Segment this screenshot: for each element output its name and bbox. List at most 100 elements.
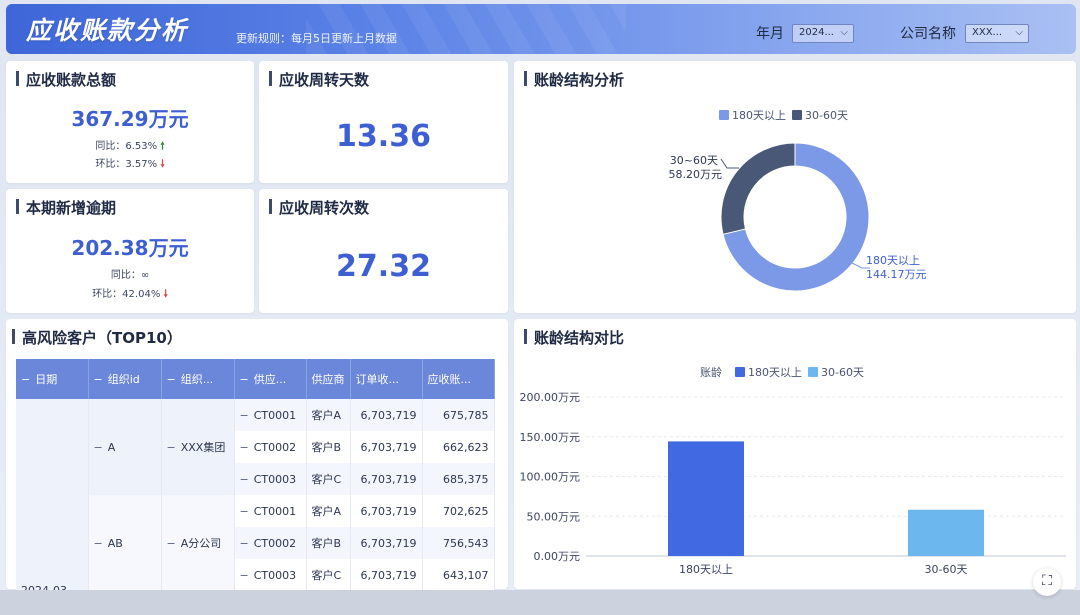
cell-ar: 756,543 xyxy=(422,527,495,559)
kpi-card-total: 应收账款总额 367.29万元 同比：6.53% 🠕 环比：3.57% 🠗 xyxy=(6,61,254,183)
high-risk-title: 高风险客户（TOP10） xyxy=(12,327,182,348)
cell-order: 6,703,719 xyxy=(350,559,423,591)
col-header-date[interactable]: − 日期 xyxy=(16,359,89,399)
cell-code: − CT0003 xyxy=(234,463,307,495)
app-title: 应收账款分析 xyxy=(26,16,189,45)
kpi-value-total: 367.29万元 xyxy=(71,107,189,131)
kpi-value-turnover-times: 27.32 xyxy=(336,249,431,284)
high-risk-table-wrap[interactable]: − 日期 − 组织id − 组织... − 供应... 供应商 订单收... 应收账..… xyxy=(16,359,503,591)
cell-code: − CT0002 xyxy=(234,527,307,559)
collapse-icon[interactable]: − xyxy=(94,373,103,386)
kpi-card-turnover-days: 应收周转天数 13.36 xyxy=(259,61,508,183)
aging-compare-card: 账龄结构对比 账龄 180天以上 30-60天 0.00万元 50.00万元 100… xyxy=(514,319,1076,589)
donut-chart: 30~60天 58.20万元 180天以上 144.17万元 xyxy=(669,142,927,292)
kpi-value-turnover-days: 13.36 xyxy=(336,119,431,154)
donut-label-over180-value: 144.17万元 xyxy=(866,268,927,281)
collapse-icon[interactable]: − xyxy=(240,373,249,386)
cell-ar: 702,625 xyxy=(422,495,495,527)
kpi-title-new-overdue: 本期新增逾期 xyxy=(16,197,116,218)
cell-ar: 643,107 xyxy=(422,559,495,591)
update-rule-text: 更新规则：每月5日更新上月数据 xyxy=(236,32,397,45)
y-tick-label: 0.00万元 xyxy=(534,550,581,563)
collapse-icon[interactable]: − xyxy=(240,505,249,518)
y-tick-label: 50.00万元 xyxy=(527,510,581,523)
cell-ar: 662,623 xyxy=(422,431,495,463)
cell-code: − CT0001 xyxy=(234,399,307,431)
col-header-supplier[interactable]: 供应商 xyxy=(306,359,351,399)
col-header-label: 组织... xyxy=(180,373,214,386)
chevron-down-icon: ⌵ xyxy=(1015,27,1023,38)
col-header-org-name[interactable]: − 组织... xyxy=(161,359,235,399)
cell-code: − CT0001 xyxy=(234,495,307,527)
filter-label-month: 年月 xyxy=(756,26,784,42)
kpi-card-turnover-times: 应收周转次数 27.32 xyxy=(259,189,508,313)
y-tick-label: 200.00万元 xyxy=(520,391,581,404)
kpi-title-turnover-times: 应收周转次数 xyxy=(269,197,369,218)
kpi-card-new-overdue: 本期新增逾期 202.38万元 同比：∞ 环比：42.04% 🠗 xyxy=(6,189,254,313)
cell-order: 6,703,719 xyxy=(350,431,423,463)
collapse-icon[interactable]: − xyxy=(240,473,249,486)
col-header-org-id[interactable]: − 组织id xyxy=(88,359,162,399)
col-header-ar[interactable]: 应收账... xyxy=(422,359,495,399)
high-risk-card: 高风险客户（TOP10） − 日期 − 组织id − 组织... − 供应... 供应商… xyxy=(6,319,508,591)
donut-label-over180-name: 180天以上 xyxy=(866,254,920,267)
kpi-title-total: 应收账款总额 xyxy=(16,69,116,90)
cell-code-value: CT0001 xyxy=(253,408,297,422)
collapse-icon[interactable]: − xyxy=(94,537,103,550)
collapse-icon[interactable]: − xyxy=(167,373,176,386)
cell-date: 2024-03 xyxy=(16,399,89,591)
arrow-down-icon: 🠗 xyxy=(160,159,165,170)
table-row: 2024-03 − A − XXX集团 − CT0001 客户A 6,703,719 … xyxy=(16,399,495,591)
chevron-down-icon: ⌵ xyxy=(840,27,848,38)
cell-order: 6,703,719 xyxy=(350,527,423,559)
collapse-icon[interactable]: − xyxy=(167,537,176,550)
company-select[interactable]: XXX... ⌵ xyxy=(965,24,1029,43)
col-header-label: 供应... xyxy=(253,373,287,386)
mom-text: 环比：42.04% xyxy=(92,289,161,300)
collapse-icon[interactable]: − xyxy=(240,441,249,454)
cell-org-name: − XXX集团 xyxy=(161,399,235,495)
cell-ar: 685,375 xyxy=(422,463,495,495)
col-header-order[interactable]: 订单收... xyxy=(350,359,423,399)
col-header-label: 供应商 xyxy=(311,373,345,386)
collapse-icon[interactable]: − xyxy=(167,441,176,454)
collapse-icon[interactable]: − xyxy=(240,409,249,422)
cell-supplier: 客户C xyxy=(306,559,351,591)
leader-line-30-60 xyxy=(720,158,739,169)
col-header-supplier-code[interactable]: − 供应... xyxy=(234,359,307,399)
expand-icon: ⛶ xyxy=(1042,573,1052,589)
arrow-down-icon: 🠗 xyxy=(163,289,168,300)
cell-supplier: 客户C xyxy=(306,463,351,495)
fullscreen-toggle-button[interactable]: ⛶ xyxy=(1033,568,1061,596)
donut-slice-30-60[interactable] xyxy=(720,142,796,235)
cell-supplier: 客户A xyxy=(306,495,351,527)
x-tick-label: 180天以上 xyxy=(679,563,733,576)
month-select[interactable]: 2024... ⌵ xyxy=(792,24,854,43)
kpi-mom-total: 环比：3.57% 🠗 xyxy=(6,155,254,174)
filter-label-company: 公司名称 xyxy=(900,26,956,42)
kpi-title-turnover-days: 应收周转天数 xyxy=(269,69,369,90)
col-header-label: 组织id xyxy=(107,373,140,386)
collapse-icon[interactable]: − xyxy=(94,441,103,454)
month-select-value: 2024... xyxy=(799,27,834,38)
collapse-icon[interactable]: − xyxy=(21,373,30,386)
cell-code-value: CT0003 xyxy=(253,472,297,486)
yoy-text: 同比：6.53% xyxy=(95,141,158,152)
bar-30-60[interactable] xyxy=(908,509,984,556)
collapse-icon[interactable]: − xyxy=(240,569,249,582)
y-tick-label: 100.00万元 xyxy=(520,471,581,484)
col-header-label: 应收账... xyxy=(427,373,472,386)
kpi-mom-new-overdue: 环比：42.04% 🠗 xyxy=(6,285,254,304)
cell-code-value: CT0003 xyxy=(253,568,297,582)
cell-org-name: − A分公司 xyxy=(161,495,235,591)
donut-label-30-60-value: 58.20万元 xyxy=(669,168,723,181)
aging-structure-card: 账龄结构分析 180天以上 30-60天 30~60天 58.20万元 180天… xyxy=(514,61,1076,313)
cell-order: 6,703,719 xyxy=(350,463,423,495)
bar-over180[interactable] xyxy=(668,441,744,556)
x-tick-label: 30-60天 xyxy=(925,563,968,576)
table-row: − AB − A分公司 − CT0001 客户A 6,703,719 702,625 xyxy=(16,495,495,591)
collapse-icon[interactable]: − xyxy=(240,537,249,550)
cell-org-id: − AB xyxy=(88,495,162,591)
col-header-label: 订单收... xyxy=(355,373,400,386)
donut-label-30-60-name: 30~60天 xyxy=(670,154,718,167)
